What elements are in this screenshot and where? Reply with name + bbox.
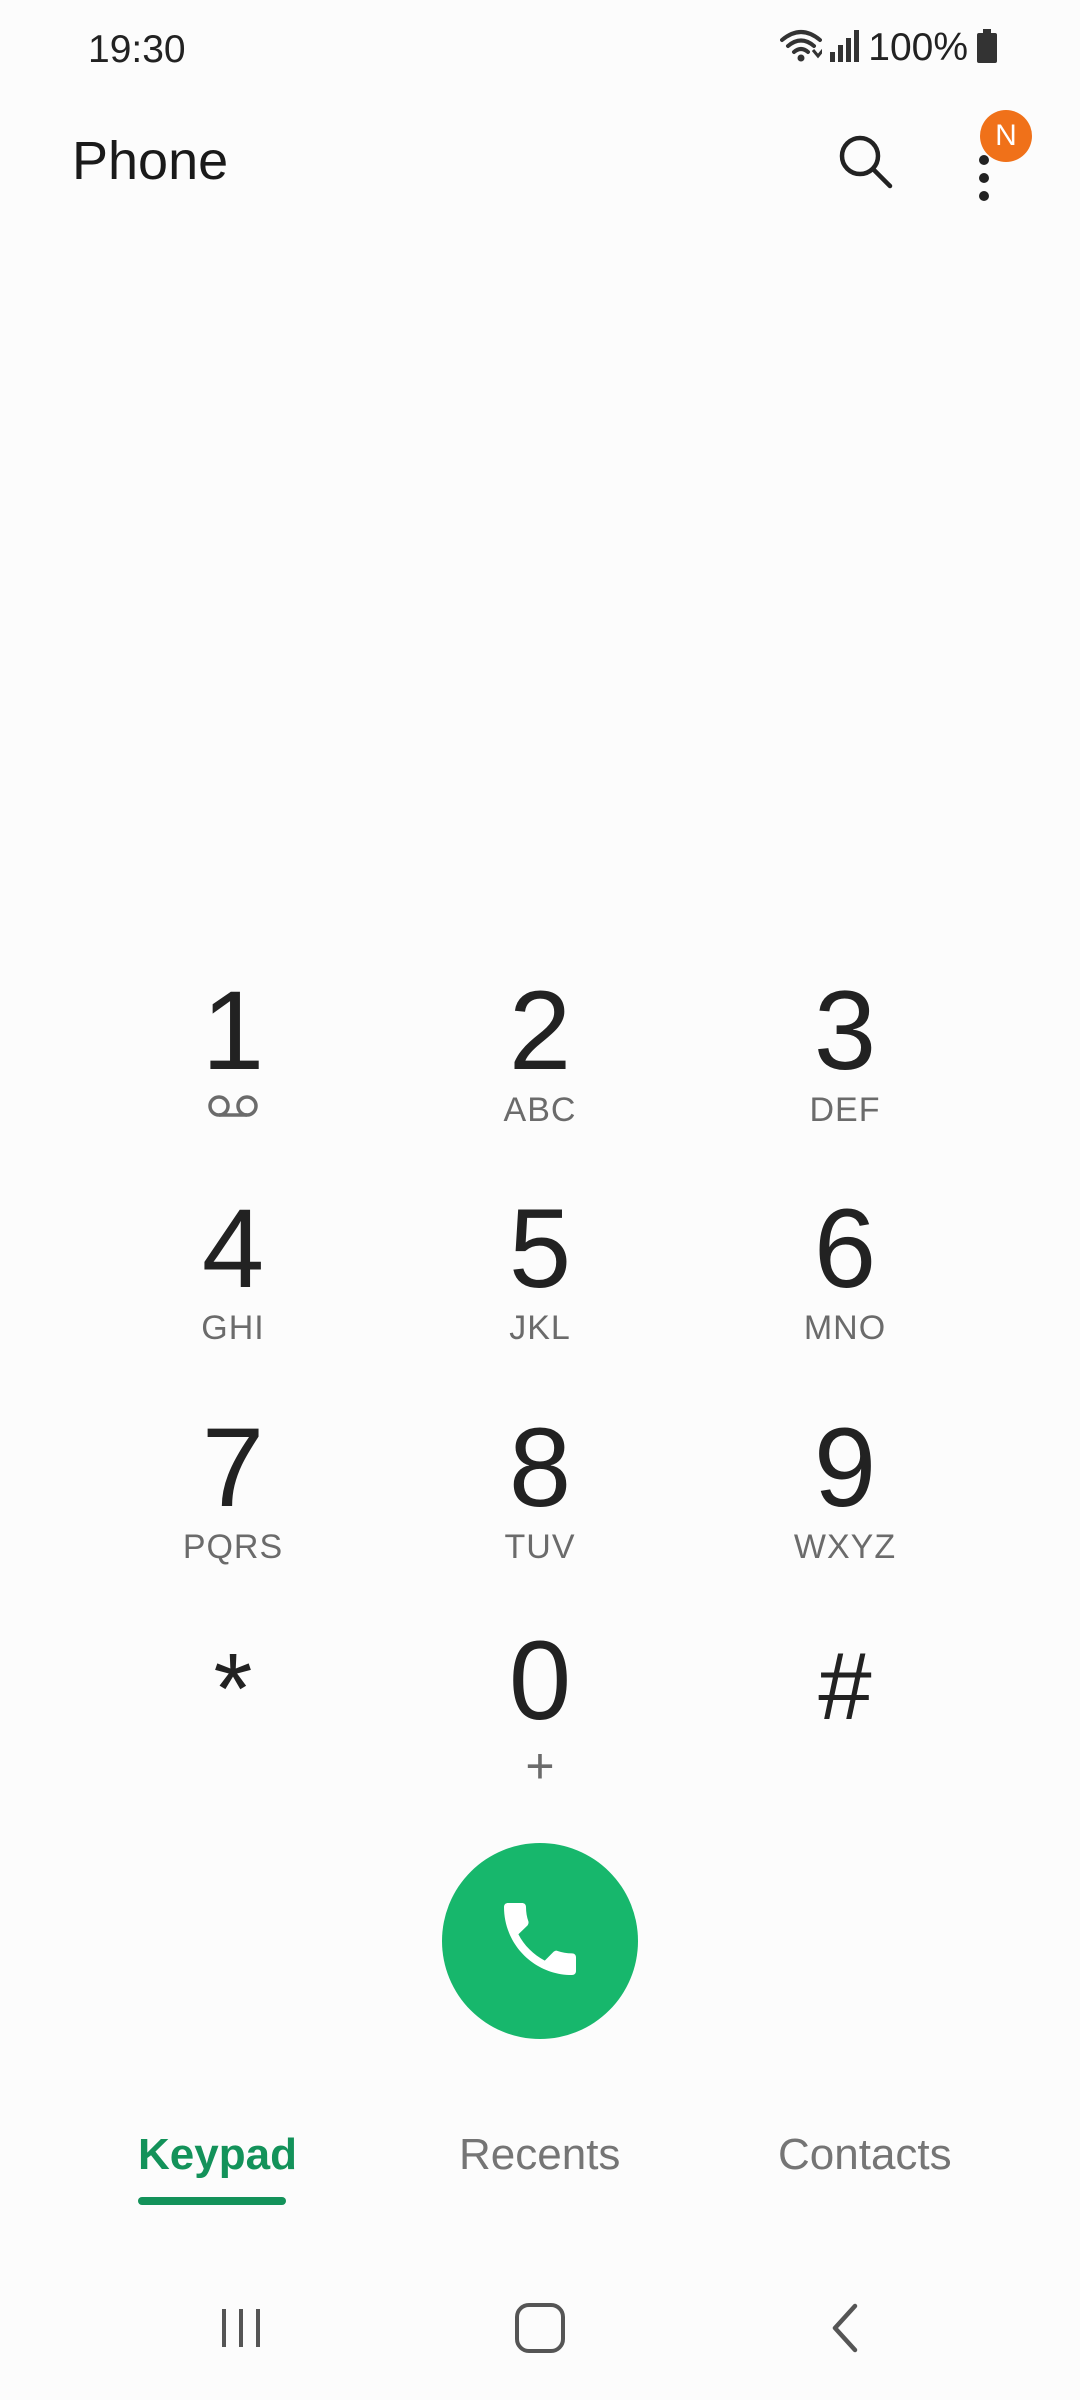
tab-contacts[interactable]: Contacts (778, 2130, 952, 2180)
more-vert-icon (950, 155, 1020, 206)
call-button[interactable] (442, 1843, 638, 2039)
status-time: 19:30 (88, 28, 186, 71)
key-digit: 0 (508, 1618, 572, 1743)
key-7[interactable]: 7 PQRS (103, 1412, 363, 1602)
key-digit: 1 (201, 968, 265, 1093)
key-letters: TUV (504, 1528, 576, 1566)
key-digit: * (213, 1633, 253, 1745)
status-icons: 100% (780, 26, 998, 70)
key-letters: ABC (503, 1091, 577, 1129)
key-letters: PQRS (182, 1528, 284, 1566)
key-letters: MNO (803, 1309, 887, 1347)
wifi-icon (780, 28, 825, 69)
tab-recents[interactable]: Recents (459, 2130, 620, 2180)
key-letters: GHI (201, 1309, 265, 1347)
key-letters: JKL (509, 1309, 571, 1347)
phone-call-icon (492, 1891, 588, 1992)
key-digit: # (818, 1633, 872, 1740)
page-title: Phone (72, 131, 229, 191)
battery-icon (976, 28, 998, 69)
key-digit: 6 (813, 1186, 877, 1311)
back-button[interactable] (800, 2290, 890, 2370)
key-3[interactable]: 3 DEF (715, 975, 975, 1165)
key-digit: 2 (508, 968, 572, 1093)
key-plus: + (525, 1738, 555, 1794)
recent-apps-button[interactable] (196, 2290, 286, 2370)
key-letters: WXYZ (793, 1528, 897, 1566)
key-hash[interactable]: # (715, 1625, 975, 1815)
key-star[interactable]: * (103, 1625, 363, 1815)
key-8[interactable]: 8 TUV (410, 1412, 670, 1602)
voicemail-icon (206, 1093, 260, 1124)
key-9[interactable]: 9 WXYZ (715, 1412, 975, 1602)
key-digit: 4 (201, 1186, 265, 1311)
key-4[interactable]: 4 GHI (103, 1193, 363, 1383)
key-digit: 3 (813, 968, 877, 1093)
home-icon (512, 2300, 568, 2361)
key-6[interactable]: 6 MNO (715, 1193, 975, 1383)
search-button[interactable] (830, 128, 900, 198)
home-button[interactable] (495, 2290, 585, 2370)
notification-badge: N (980, 110, 1032, 162)
tab-keypad[interactable]: Keypad (138, 2130, 297, 2180)
back-icon (823, 2300, 867, 2361)
key-digit: 8 (508, 1405, 572, 1530)
key-0[interactable]: 0 + (410, 1625, 670, 1815)
key-2[interactable]: 2 ABC (410, 975, 670, 1165)
battery-percent: 100% (868, 26, 968, 69)
recent-apps-icon (216, 2303, 266, 2358)
key-digit: 7 (201, 1405, 265, 1530)
tab-active-indicator (138, 2197, 286, 2205)
key-1[interactable]: 1 (103, 975, 363, 1165)
key-digit: 5 (508, 1186, 572, 1311)
signal-icon (830, 28, 860, 69)
key-letters: DEF (809, 1091, 881, 1129)
key-5[interactable]: 5 JKL (410, 1193, 670, 1383)
search-icon (836, 132, 894, 195)
key-digit: 9 (813, 1405, 877, 1530)
